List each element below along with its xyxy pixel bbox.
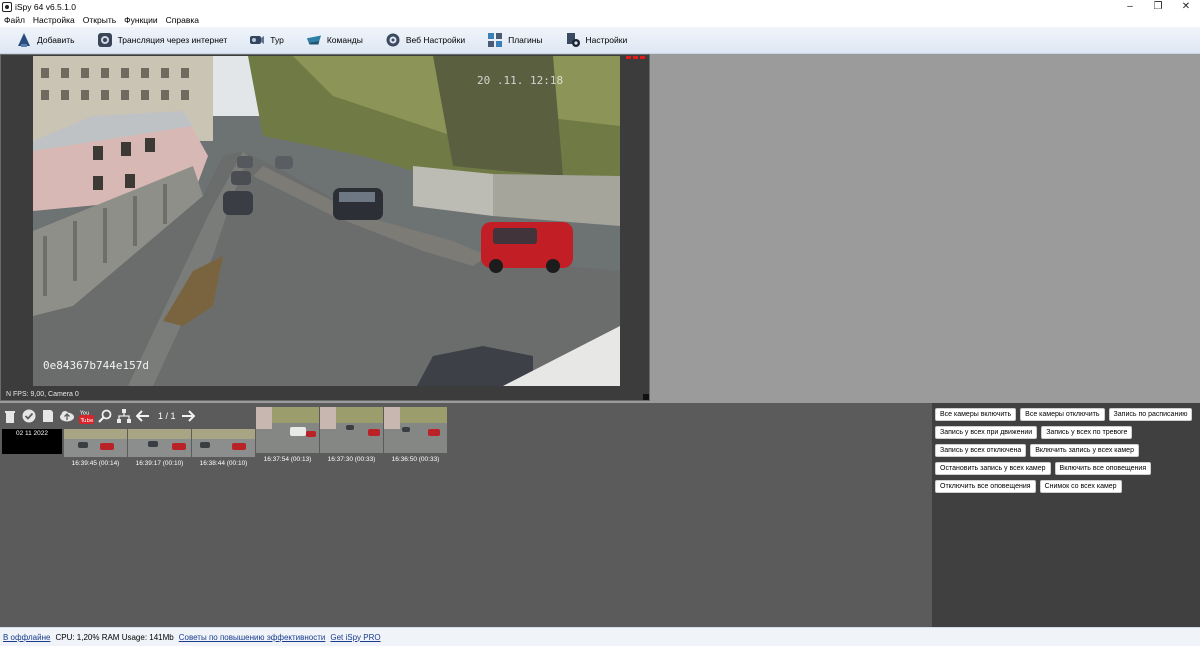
app-logo-icon — [2, 1, 12, 12]
recording-thumbnail[interactable]: 16:38:44 (00:10) — [192, 429, 255, 467]
thumbnail-caption: 16:37:54 (00:13) — [263, 456, 312, 463]
add-button[interactable]: Добавить — [16, 29, 75, 51]
settings-icon — [565, 32, 581, 48]
thumbnail-caption: 16:39:45 (00:14) — [71, 460, 120, 467]
all-cameras-off-button[interactable]: Все камеры отключить — [1020, 408, 1105, 421]
window-controls: – ❐ ✕ — [1116, 0, 1200, 13]
all-cameras-on-button[interactable]: Все камеры включить — [935, 408, 1017, 421]
commands-icon — [306, 32, 322, 48]
tour-label: Тур — [270, 35, 284, 45]
broadcast-label: Трансляция через интернет — [117, 35, 228, 45]
web-settings-icon — [385, 32, 401, 48]
get-pro-link[interactable]: Get iSpy PRO — [330, 633, 380, 642]
bottom-area: You Tube 1 / 1 02 11 2022 16:39:45 (00:1… — [0, 403, 1200, 627]
camera-panel[interactable]: 20 .11. 12:18 0e84367b744e157d N FPS: 9,… — [0, 54, 650, 401]
add-label: Добавить — [37, 35, 75, 45]
broadcast-icon — [97, 32, 113, 48]
thumbnail-image — [192, 429, 255, 457]
tour-button[interactable]: Тур — [249, 29, 284, 51]
recording-all-disabled-button[interactable]: Запись у всех отключена — [935, 444, 1027, 457]
settings-label: Настройки — [585, 35, 628, 45]
maximize-button[interactable]: ❐ — [1144, 0, 1172, 13]
recording-thumbnail[interactable]: 16:39:17 (00:10) — [128, 429, 191, 467]
recording-thumbnail[interactable]: 16:39:45 (00:14) — [64, 429, 127, 467]
web-settings-label: Веб Настройки — [405, 35, 466, 45]
camera-id-overlay: 0e84367b744e157d — [43, 359, 149, 372]
resize-grip-icon[interactable] — [643, 394, 649, 400]
menu-settings[interactable]: Настройка — [33, 15, 75, 25]
camera-scene — [33, 56, 620, 386]
settings-button[interactable]: Настройки — [565, 29, 628, 51]
recording-indicator — [626, 56, 645, 59]
commands-label: Команды — [326, 35, 363, 45]
snapshot-all-cameras-button[interactable]: Снимок со всех камер — [1039, 480, 1122, 493]
performance-tips-link[interactable]: Советы по повышению эффективности — [179, 633, 326, 642]
web-settings-button[interactable]: Веб Настройки — [385, 29, 465, 51]
camera-live-view[interactable]: 20 .11. 12:18 0e84367b744e157d — [33, 56, 620, 386]
close-button[interactable]: ✕ — [1172, 0, 1200, 13]
record-all-on-alarm-button[interactable]: Запись у всех по тревоге — [1041, 426, 1133, 439]
window-title: iSpy 64 v6.5.1.0 — [15, 1, 76, 12]
menu-help[interactable]: Справка — [166, 15, 199, 25]
global-actions-panel: Все камеры включить Все камеры отключить… — [932, 403, 1200, 627]
broadcast-button[interactable]: Трансляция через интернет — [97, 29, 228, 51]
select-all-icon[interactable] — [21, 408, 37, 424]
thumbnail-image — [384, 407, 447, 453]
plugins-button[interactable]: Плагины — [487, 29, 543, 51]
thumbnail-image — [320, 407, 383, 453]
menu-functions[interactable]: Функции — [124, 15, 158, 25]
thumbnail-caption: 16:36:50 (00:33) — [391, 456, 440, 463]
thumbnail-caption: 16:37:30 (00:33) — [327, 456, 376, 463]
save-icon[interactable] — [40, 408, 56, 424]
menu-file[interactable]: Файл — [4, 15, 25, 25]
recording-thumbnails: 16:39:45 (00:14) 16:39:17 (00:10) 16:38:… — [64, 407, 447, 467]
camera-status-footer: N FPS: 9,00, Camera 0 — [6, 391, 79, 398]
media-panel: You Tube 1 / 1 02 11 2022 16:39:45 (00:1… — [0, 403, 932, 627]
status-bar: В оффлайне CPU: 1,20% RAM Usage: 141Mb С… — [0, 627, 1200, 646]
resource-usage: CPU: 1,20% RAM Usage: 141Mb — [55, 632, 174, 642]
enable-recording-all-button[interactable]: Включить запись у всех камер — [1030, 444, 1139, 457]
stop-recording-all-button[interactable]: Остановить запись у всех камер — [935, 462, 1051, 475]
menu-open[interactable]: Открыть — [83, 15, 116, 25]
tour-icon — [249, 32, 265, 48]
recording-thumbnail[interactable]: 16:36:50 (00:33) — [384, 407, 447, 467]
minimize-button[interactable]: – — [1116, 0, 1144, 13]
plugins-label: Плагины — [508, 35, 543, 45]
thumbnail-caption: 16:38:44 (00:10) — [199, 460, 248, 467]
menu-bar: Файл Настройка Открыть Функции Справка — [0, 14, 207, 26]
toolbar: Добавить Трансляция через интернет Тур К… — [0, 27, 1200, 54]
recording-thumbnail[interactable]: 16:37:30 (00:33) — [320, 407, 383, 467]
camera-timestamp-overlay: 20 .11. 12:18 — [477, 74, 564, 87]
title-bar: iSpy 64 v6.5.1.0 – ❐ ✕ — [0, 0, 1200, 13]
commands-button[interactable]: Команды — [306, 29, 363, 51]
delete-icon[interactable] — [2, 408, 18, 424]
thumbnail-caption: 16:39:17 (00:10) — [135, 460, 184, 467]
record-all-on-motion-button[interactable]: Запись у всех при движении — [935, 426, 1038, 439]
enable-all-alerts-button[interactable]: Включить все оповещения — [1054, 462, 1152, 475]
disable-all-alerts-button[interactable]: Отключить все оповещения — [935, 480, 1036, 493]
add-icon — [16, 32, 32, 48]
offline-status-link[interactable]: В оффлайне — [3, 633, 50, 642]
date-group-label: 02 11 2022 — [2, 429, 62, 454]
scheduled-recording-button[interactable]: Запись по расписанию — [1108, 408, 1193, 421]
thumbnail-image — [128, 429, 191, 457]
camera-workspace: 20 .11. 12:18 0e84367b744e157d N FPS: 9,… — [0, 54, 1200, 403]
recording-thumbnail[interactable]: 16:37:54 (00:13) — [256, 407, 319, 467]
plugins-icon — [487, 32, 503, 48]
thumbnail-image — [64, 429, 127, 457]
thumbnail-image — [256, 407, 319, 453]
